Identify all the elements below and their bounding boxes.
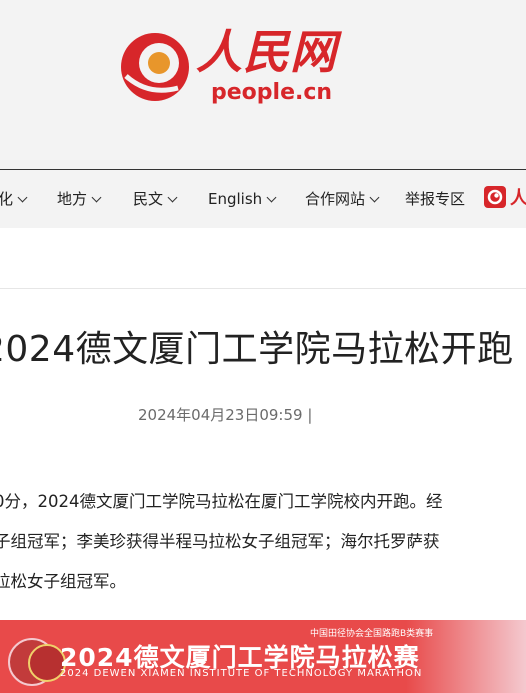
chevron-down-icon xyxy=(266,192,277,203)
article-paragraph-line: 拉松女子组冠军。 xyxy=(0,572,126,591)
article-headline: 2024德文厦门工学院马拉松开跑 xyxy=(0,329,514,370)
chevron-down-icon xyxy=(17,192,28,203)
article-datetime: 2024年04月23日09:59 | xyxy=(138,406,313,424)
banner-subtitle: 2024 DEWEN XIAMEN INSTITUTE OF TECHNOLOG… xyxy=(60,668,423,679)
site-logo[interactable]: 人民网 people.cn xyxy=(118,24,340,108)
logo-chinese-text: 人民网 xyxy=(196,25,337,79)
nav-item-label: 化 xyxy=(0,190,14,208)
chevron-down-icon xyxy=(167,192,178,203)
article-paragraph-line: 0分，2024德文厦门工学院马拉松在厦门工学院校内开跑。经 xyxy=(0,492,443,511)
nav-item-label: 民文 xyxy=(133,190,164,208)
nav-item-label: 合作网站 xyxy=(305,190,366,208)
article-banner-image: 中国田径协会全国路跑B类赛事 2024德文厦门工学院马拉松赛 2024 DEWE… xyxy=(0,620,526,693)
nav-partial-logo-text[interactable]: 人 xyxy=(510,170,526,228)
site-header: 人民网 people.cn xyxy=(0,0,526,170)
people-logo-icon xyxy=(121,33,189,101)
nav-item-english[interactable]: English xyxy=(208,170,277,228)
nav-item-report[interactable]: 举报专区 xyxy=(405,170,465,228)
nav-item-local[interactable]: 地方 xyxy=(57,170,102,228)
chevron-down-icon xyxy=(369,192,380,203)
article-paragraph-line: 子组冠军；李美珍获得半程马拉松女子组冠军；海尔托罗萨获 xyxy=(0,532,440,551)
nav-item-label: English xyxy=(208,190,263,208)
nav-item-culture[interactable]: 化 xyxy=(0,170,28,228)
divider xyxy=(0,288,526,289)
nav-item-label: 地方 xyxy=(57,190,88,208)
nav-item-partners[interactable]: 合作网站 xyxy=(305,170,380,228)
nav-item-label: 举报专区 xyxy=(405,190,466,208)
chevron-down-icon xyxy=(91,192,102,203)
main-nav: 化 地方 民文 English 合作网站 举报专区 xyxy=(0,170,526,228)
logo-english-text: people.cn xyxy=(211,80,333,105)
people-small-logo-icon[interactable] xyxy=(484,186,506,208)
nav-item-ethnic[interactable]: 民文 xyxy=(133,170,178,228)
